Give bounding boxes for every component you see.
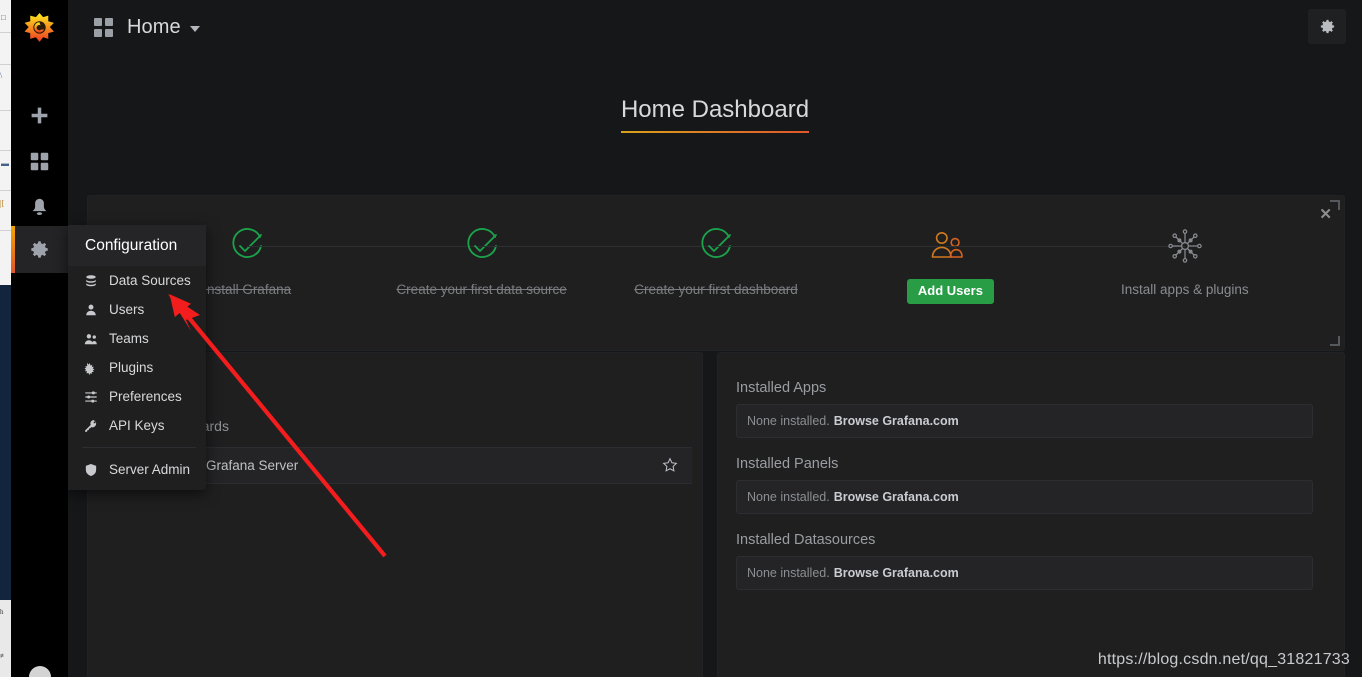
- menu-item-label: Plugins: [109, 360, 154, 375]
- dashboard-body: Home Dashboard ✕ Install Grafana Create …: [68, 54, 1362, 677]
- chevron-down-icon[interactable]: [189, 26, 200, 32]
- menu-item-data-sources[interactable]: Data Sources: [68, 266, 206, 295]
- menu-item-label: Data Sources: [109, 273, 191, 288]
- users-icon: [82, 332, 100, 346]
- avatar[interactable]: [29, 666, 51, 677]
- menu-item-preferences[interactable]: Preferences: [68, 382, 206, 411]
- breadcrumb-home[interactable]: Home: [127, 16, 181, 39]
- dashboard-settings-button[interactable]: [1308, 9, 1346, 44]
- dashboard-name: Grafana Server: [206, 458, 299, 473]
- side-menu: [11, 0, 68, 677]
- gear-icon: [31, 241, 48, 258]
- installed-panels-box: None installed. Browse Grafana.com: [736, 480, 1313, 514]
- add-users-button[interactable]: Add Users: [906, 279, 994, 305]
- page-title-wrap: Home Dashboard: [68, 96, 1362, 133]
- gear-icon: [1320, 19, 1334, 34]
- menu-item-users[interactable]: Users: [68, 295, 206, 324]
- none-installed-text: None installed.: [747, 490, 830, 504]
- getting-started-panel: ✕ Install Grafana Create your first data…: [87, 195, 1345, 351]
- installed-datasources-title: Installed Datasources: [736, 532, 876, 548]
- getting-started-step[interactable]: Install apps & plugins: [1068, 222, 1302, 297]
- user-icon: [82, 303, 100, 317]
- menu-item-label: Users: [109, 302, 145, 317]
- step-label: Create your first data source: [396, 282, 567, 297]
- none-installed-text: None installed.: [747, 566, 830, 580]
- menu-item-label: API Keys: [109, 418, 165, 433]
- plugin-icon: [82, 361, 100, 375]
- none-installed-text: None installed.: [747, 414, 830, 428]
- getting-started-steps: Install Grafana Create your first data s…: [130, 222, 1302, 305]
- browse-grafana-link[interactable]: Browse Grafana.com: [834, 566, 959, 580]
- background-document-strip: [0, 0, 11, 285]
- menu-divider: [82, 447, 196, 448]
- watermark-url: https://blog.csdn.net/qq_31821733: [1097, 651, 1350, 668]
- menu-item-label: Teams: [109, 331, 149, 346]
- close-icon[interactable]: ✕: [1319, 207, 1332, 222]
- plus-icon: [31, 107, 48, 123]
- menu-item-server-admin[interactable]: Server Admin: [68, 455, 206, 484]
- sidebar-item-create[interactable]: [11, 92, 68, 138]
- grafana-screenshot: □ \ ▬ |[ h ≢ Home Home Dashboard ✕ Insta…: [0, 0, 1362, 677]
- top-navbar: Home: [68, 0, 1362, 54]
- sliders-icon: [82, 390, 100, 404]
- installed-panels-title: Installed Panels: [736, 456, 839, 472]
- menu-item-label: Preferences: [109, 389, 182, 404]
- dashboards-grid-icon: [94, 17, 113, 37]
- installed-plugins-panel: Installed Apps None installed. Browse Gr…: [717, 352, 1345, 677]
- dropdown-header: Configuration: [68, 225, 206, 266]
- browse-grafana-link[interactable]: Browse Grafana.com: [834, 490, 959, 504]
- sidebar-item-configuration[interactable]: [11, 226, 68, 273]
- grafana-logo-icon[interactable]: [11, 0, 68, 57]
- menu-item-plugins[interactable]: Plugins: [68, 353, 206, 382]
- installed-apps-title: Installed Apps: [736, 380, 827, 396]
- installed-apps-box: None installed. Browse Grafana.com: [736, 404, 1313, 438]
- panel-resize-handle-br[interactable]: [1330, 336, 1340, 346]
- step-label: Create your first dashboard: [634, 282, 798, 297]
- sidebar-item-alerting[interactable]: [11, 184, 68, 230]
- dashboards-grid-icon: [30, 152, 49, 170]
- getting-started-step[interactable]: Create your first data source: [364, 222, 717, 297]
- star-icon[interactable]: [662, 457, 678, 473]
- menu-item-label: Server Admin: [109, 462, 191, 477]
- apps-plugins-icon: [1164, 222, 1206, 270]
- page-title: Home Dashboard: [620, 96, 810, 133]
- menu-item-api-keys[interactable]: API Keys: [68, 411, 206, 440]
- sidebar-item-dashboards[interactable]: [11, 138, 68, 184]
- shield-icon: [82, 463, 100, 477]
- database-icon: [82, 274, 100, 288]
- key-icon: [82, 419, 100, 433]
- step-label: Install apps & plugins: [1121, 282, 1249, 297]
- installed-datasources-box: None installed. Browse Grafana.com: [736, 556, 1313, 590]
- getting-started-step[interactable]: Create your first dashboard: [599, 222, 951, 297]
- step-label: Install Grafana: [203, 282, 292, 297]
- configuration-dropdown-menu: Configuration Data Sources Users Teams P…: [68, 225, 206, 490]
- menu-item-teams[interactable]: Teams: [68, 324, 206, 353]
- browse-grafana-link[interactable]: Browse Grafana.com: [834, 414, 959, 428]
- background-window-sliver: □ \ ▬ |[ h ≢: [0, 0, 11, 677]
- getting-started-step[interactable]: Add Users: [833, 222, 1185, 305]
- bell-icon: [32, 198, 47, 215]
